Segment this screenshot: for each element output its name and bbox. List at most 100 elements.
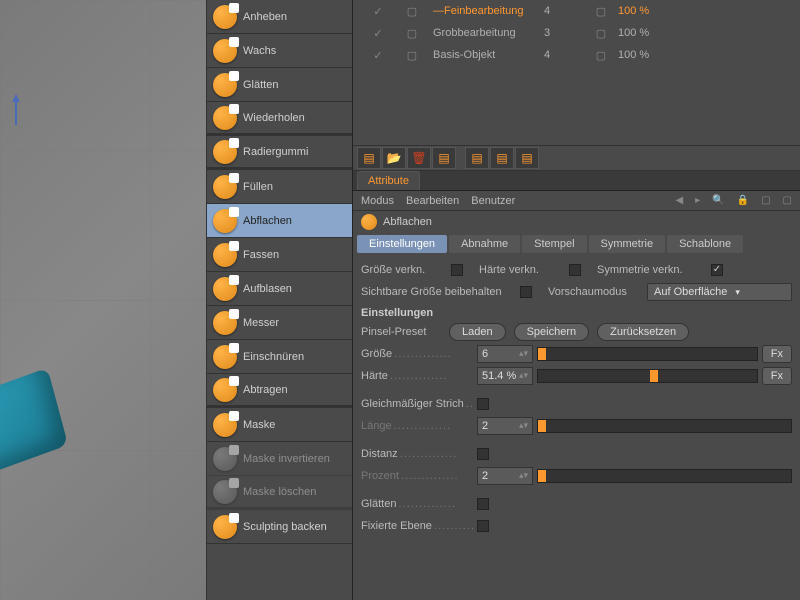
tool-sculpting-backen[interactable]: Sculpting backen — [207, 510, 352, 544]
tool-label: Wachs — [243, 45, 276, 57]
toolbar-btn-new[interactable]: ▤ — [357, 147, 381, 169]
user-menu[interactable]: Benutzer — [471, 195, 515, 207]
layer-row[interactable]: ✓▢Basis-Objekt4▢100 % — [353, 44, 800, 66]
chk-smooth[interactable] — [477, 498, 489, 510]
label-percent: Prozent — [361, 470, 473, 482]
tool-label: Einschnüren — [243, 351, 304, 363]
tool-icon — [213, 243, 237, 267]
toolbar-btn-c[interactable]: ▤ — [490, 147, 514, 169]
tool-wiederholen[interactable]: Wiederholen — [207, 102, 352, 136]
tool-label: Aufblasen — [243, 283, 292, 295]
field-hard[interactable]: 51.4 %▴▾ — [477, 367, 533, 385]
btn-save[interactable]: Speichern — [514, 323, 590, 341]
mode-menu[interactable]: Modus — [361, 195, 394, 207]
search-icon[interactable]: 🔍 — [712, 195, 724, 206]
label-size: Größe — [361, 348, 473, 360]
tool-icon — [213, 73, 237, 97]
attribute-sub-tabs: EinstellungenAbnahmeStempelSymmetrieScha… — [353, 233, 800, 255]
tool-label: Maske invertieren — [243, 453, 330, 465]
axis-y-gizmo — [15, 100, 17, 125]
tool-icon — [213, 39, 237, 63]
subtab-schablone[interactable]: Schablone — [667, 235, 743, 253]
subtab-abnahme[interactable]: Abnahme — [449, 235, 520, 253]
cfg-icon-a[interactable]: ▢ — [761, 195, 770, 206]
tool-icon — [213, 175, 237, 199]
tool-label: Abtragen — [243, 384, 288, 396]
section-einstellungen: Einstellungen — [361, 303, 792, 321]
chk-size-link[interactable] — [451, 264, 463, 276]
field-length[interactable]: 2▴▾ — [477, 417, 533, 435]
subtab-einstellungen[interactable]: Einstellungen — [357, 235, 447, 253]
label-sym-link: Symmetrie verkn. — [597, 264, 707, 276]
slider-hard[interactable] — [537, 369, 758, 383]
btn-hard-fx[interactable]: Fx — [762, 367, 792, 385]
btn-load[interactable]: Laden — [449, 323, 506, 341]
tool-icon — [213, 311, 237, 335]
layer-row[interactable]: ✓▢—Feinbearbeitung4▢100 % — [353, 0, 800, 22]
chk-fixed-plane[interactable] — [477, 520, 489, 532]
chk-sym-link[interactable] — [711, 264, 723, 276]
tool-füllen[interactable]: Füllen — [207, 170, 352, 204]
layer-row[interactable]: ✓▢Grobbearbeitung3▢100 % — [353, 22, 800, 44]
toolbar-btn-b[interactable]: ▤ — [465, 147, 489, 169]
tool-einschnüren[interactable]: Einschnüren — [207, 340, 352, 374]
label-preset: Pinsel-Preset — [361, 326, 441, 338]
chk-distance[interactable] — [477, 448, 489, 460]
dropdown-preview-mode[interactable]: Auf Oberfläche — [647, 283, 792, 301]
viewport-3d[interactable] — [0, 0, 207, 600]
tool-maske-invertieren[interactable]: Maske invertieren — [207, 442, 352, 476]
nav-back-icon[interactable]: ◀ — [675, 195, 683, 206]
tool-label: Glätten — [243, 79, 278, 91]
tool-label: Abflachen — [243, 215, 292, 227]
properties-area: Größe verkn. Härte verkn. Symmetrie verk… — [353, 255, 800, 600]
tool-label: Maske — [243, 419, 275, 431]
toolbar-btn-open[interactable]: 📂 — [382, 147, 406, 169]
tool-icon — [213, 447, 237, 471]
tool-radiergummi[interactable]: Radiergummi — [207, 136, 352, 170]
tool-panel: Anheben Wachs Glätten WiederholenRadiergumm… — [207, 0, 353, 600]
tool-aufblasen[interactable]: Aufblasen — [207, 272, 352, 306]
lock-icon[interactable]: 🔒 — [737, 195, 749, 206]
tool-fassen[interactable]: Fassen — [207, 238, 352, 272]
edit-menu[interactable]: Bearbeiten — [406, 195, 459, 207]
btn-size-fx[interactable]: Fx — [762, 345, 792, 363]
chk-even-stroke[interactable] — [477, 398, 489, 410]
nav-fwd-icon[interactable]: ▸ — [695, 195, 700, 206]
toolbar-btn-a[interactable]: ▤ — [432, 147, 456, 169]
tool-messer[interactable]: Messer — [207, 306, 352, 340]
cfg-icon-b[interactable]: ▢ — [783, 195, 792, 206]
toolbar-btn-delete[interactable]: 🗑 — [407, 147, 431, 169]
label-keep-visible: Sichtbare Größe beibehalten — [361, 286, 516, 298]
tool-label: Fassen — [243, 249, 279, 261]
tool-glätten[interactable]: Glätten — [207, 68, 352, 102]
tool-icon — [213, 5, 237, 29]
field-percent[interactable]: 2▴▾ — [477, 467, 533, 485]
subtab-symmetrie[interactable]: Symmetrie — [589, 235, 666, 253]
chk-hard-link[interactable] — [569, 264, 581, 276]
tool-icon — [213, 515, 237, 539]
tool-label: Messer — [243, 317, 279, 329]
tool-header: Abflachen — [353, 211, 800, 233]
toolbar-btn-d[interactable]: ▤ — [515, 147, 539, 169]
tool-maske[interactable]: Maske — [207, 408, 352, 442]
tool-anheben[interactable]: Anheben — [207, 0, 352, 34]
tool-icon — [213, 106, 237, 130]
slider-percent[interactable] — [537, 469, 792, 483]
tool-abtragen[interactable]: Abtragen — [207, 374, 352, 408]
tool-maske-löschen[interactable]: Maske löschen — [207, 476, 352, 510]
tool-wachs[interactable]: Wachs — [207, 34, 352, 68]
layer-table: ✓▢—Feinbearbeitung4▢100 %✓▢Grobbearbeitu… — [353, 0, 800, 145]
tool-icon — [213, 413, 237, 437]
tool-abflachen[interactable]: Abflachen — [207, 204, 352, 238]
slider-length[interactable] — [537, 419, 792, 433]
mode-bar: Modus Bearbeiten Benutzer ◀ ▸ 🔍 🔒 ▢ ▢ — [353, 191, 800, 211]
tool-header-icon — [361, 214, 377, 230]
tool-label: Füllen — [243, 181, 273, 193]
slider-size[interactable] — [537, 347, 758, 361]
subtab-stempel[interactable]: Stempel — [522, 235, 586, 253]
tab-attribute[interactable]: Attribute — [357, 171, 420, 190]
btn-reset[interactable]: Zurücksetzen — [597, 323, 689, 341]
field-size[interactable]: 6▴▾ — [477, 345, 533, 363]
object-3d[interactable] — [0, 368, 68, 473]
chk-keep-visible[interactable] — [520, 286, 532, 298]
